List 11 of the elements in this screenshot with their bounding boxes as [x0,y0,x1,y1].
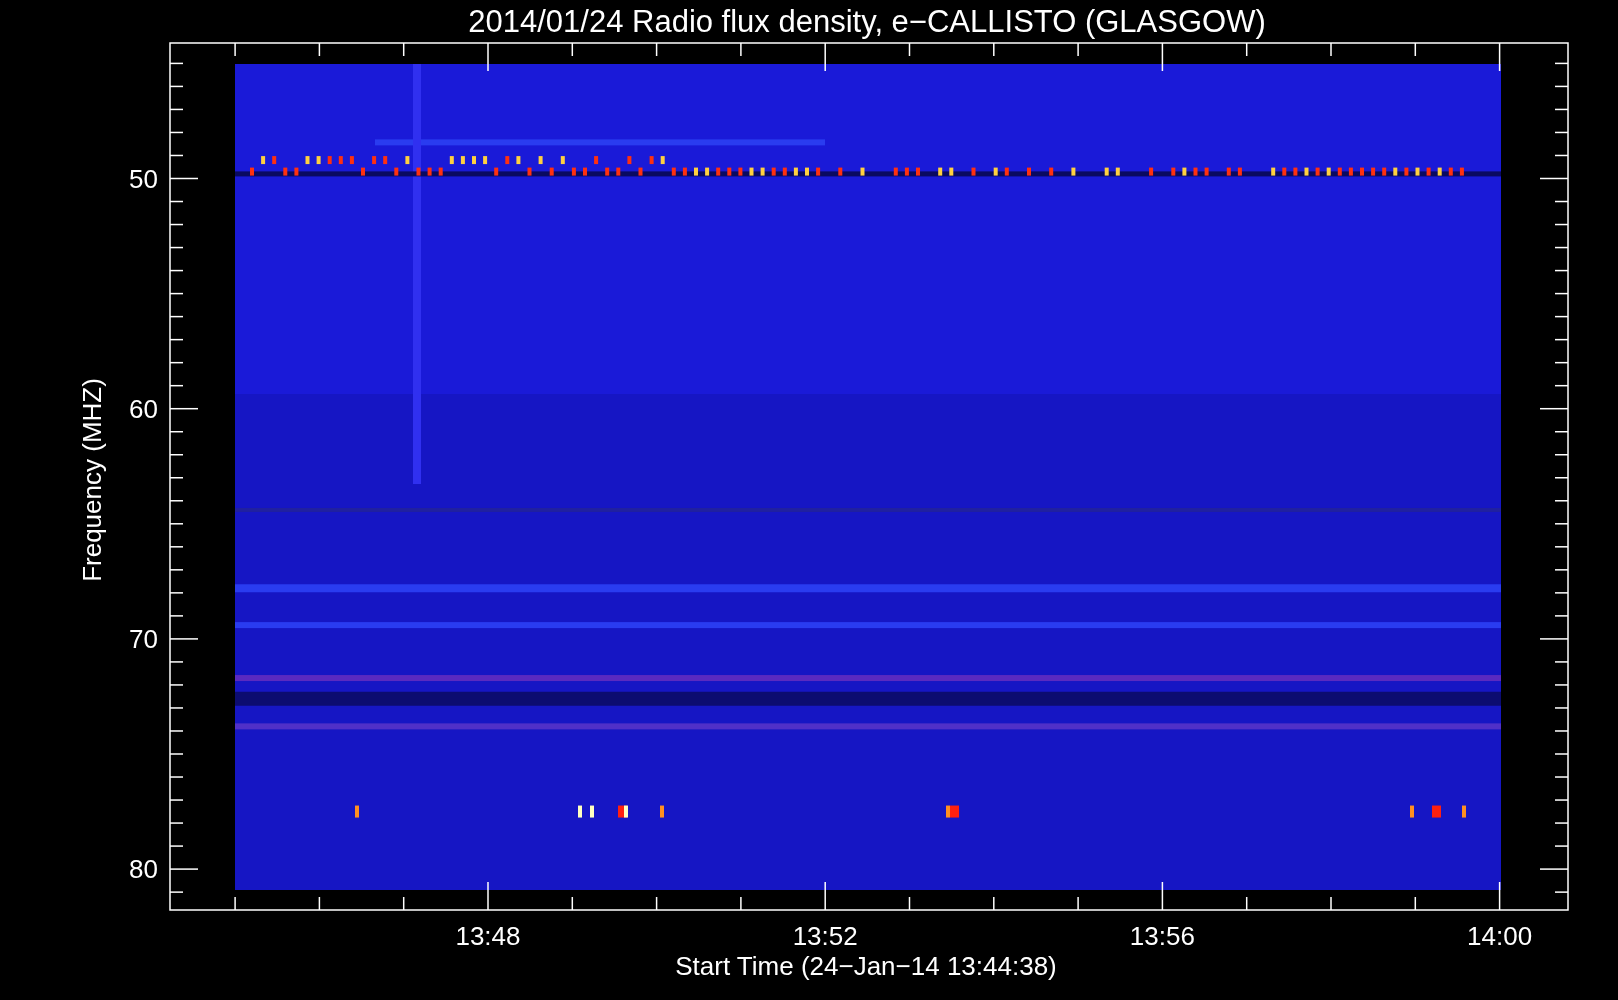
y-tick-label: 80 [129,854,158,885]
y-tick-label: 60 [129,393,158,424]
x-tick-label: 13:52 [792,921,858,951]
x-tick-label: 13:56 [1129,921,1195,951]
x-tick-label: 14:00 [1467,921,1533,951]
x-axis-label: Start Time (24−Jan−14 13:44:38) [675,951,1057,981]
y-tick-label: 50 [129,163,158,194]
chart-title: 2014/01/24 Radio flux density, e−CALLISTO (GLASGOW) [468,4,1266,39]
y-tick-label: 70 [129,623,158,654]
x-tick-label: 13:48 [455,921,521,951]
y-axis-label: Frequency (MHZ) [77,378,107,582]
